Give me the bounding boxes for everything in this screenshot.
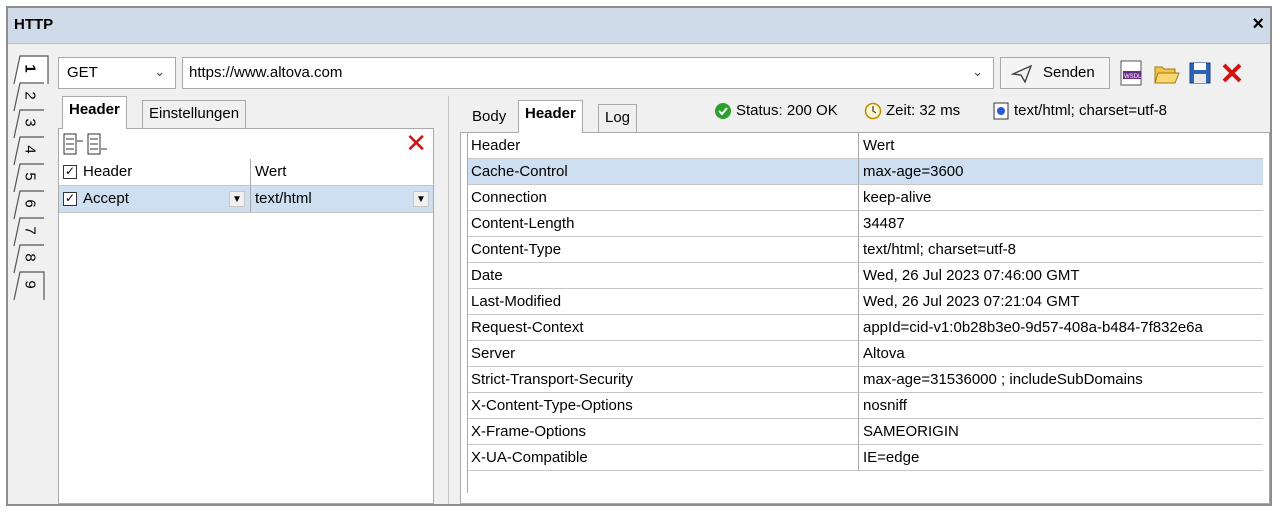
header-value-cell: Altova xyxy=(859,341,1263,367)
table-row[interactable]: Strict-Transport-Security max-age=315360… xyxy=(467,367,1263,393)
clock-icon xyxy=(864,102,882,124)
add-row-icon[interactable] xyxy=(63,133,85,155)
vertical-tab-9[interactable]: 9 xyxy=(12,270,50,301)
header-value-cell: Wed, 26 Jul 2023 07:21:04 GMT xyxy=(859,289,1263,315)
table-row[interactable]: ✓ Accept ▼ text/html ▼ xyxy=(59,186,433,213)
header-name-cell: Content-Type xyxy=(467,237,859,263)
header-name-cell: Connection xyxy=(467,185,859,211)
header-name-cell: X-Frame-Options xyxy=(467,419,859,445)
table-row[interactable]: Last-Modified Wed, 26 Jul 2023 07:21:04 … xyxy=(467,289,1263,315)
dropdown-arrow-icon[interactable]: ▼ xyxy=(413,191,429,207)
table-row[interactable]: Cache-Control max-age=3600 xyxy=(467,159,1263,185)
table-header-row: Header Wert xyxy=(467,133,1263,159)
response-header-panel: Header Wert Cache-Control max-age=3600 C… xyxy=(460,132,1270,504)
table-left-border xyxy=(467,133,468,493)
response-pane: Body Header Log Status: 200 OK Zeit: 32 … xyxy=(460,96,1270,504)
vertical-tab-5[interactable]: 5 xyxy=(12,162,50,193)
http-window: HTTP × 1 2 3 4 5 6 7 8 9 GET ⌄ https://w… xyxy=(6,6,1272,506)
send-button[interactable]: Senden xyxy=(1000,57,1110,89)
vertical-tab-3[interactable]: 3 xyxy=(12,108,50,139)
column-header-value: Wert xyxy=(859,133,1263,159)
column-header-value: Wert xyxy=(255,163,287,180)
tab-response-log[interactable]: Log xyxy=(598,104,638,132)
window-title: HTTP xyxy=(14,16,54,33)
header-name-cell: Last-Modified xyxy=(467,289,859,315)
column-header-name: Header xyxy=(467,133,859,159)
select-all-checkbox[interactable]: ✓ xyxy=(63,165,77,179)
vertical-tab-4[interactable]: 4 xyxy=(12,135,50,166)
header-value-cell: appId=cid-v1:0b28b3e0-9d57-408a-b484-7f8… xyxy=(859,315,1263,341)
table-row[interactable]: Request-Context appId=cid-v1:0b28b3e0-9d… xyxy=(467,315,1263,341)
header-name-cell: Cache-Control xyxy=(467,159,859,185)
table-header-row: ✓ Header Wert xyxy=(59,159,433,186)
header-value-cell: max-age=3600 xyxy=(859,159,1263,185)
header-value-cell: max-age=31536000 ; includeSubDomains xyxy=(859,367,1263,393)
vertical-tab-2[interactable]: 2 xyxy=(12,81,50,112)
send-icon xyxy=(1011,64,1033,84)
chevron-down-icon: ⌄ xyxy=(154,64,165,79)
header-name-cell[interactable]: Accept xyxy=(83,190,129,207)
chevron-down-icon[interactable]: ⌄ xyxy=(972,64,983,80)
header-value-cell: text/html; charset=utf-8 xyxy=(859,237,1263,263)
tab-request-settings[interactable]: Einstellungen xyxy=(142,100,247,128)
svg-text:WSDL: WSDL xyxy=(1124,74,1142,80)
request-header-panel: ✕ ✓ Header Wert ✓ Accept ▼ text/html ▼ xyxy=(58,128,434,504)
header-name-cell: Content-Length xyxy=(467,211,859,237)
table-row[interactable]: X-Frame-Options SAMEORIGIN xyxy=(467,419,1263,445)
save-icon[interactable] xyxy=(1186,59,1214,87)
method-select[interactable]: GET ⌄ xyxy=(58,57,176,89)
request-pane: Header Einstellungen ✕ ✓ Header Wert ✓ A… xyxy=(58,96,444,504)
header-name-cell: Strict-Transport-Security xyxy=(467,367,859,393)
table-row[interactable]: X-UA-Compatible IE=edge xyxy=(467,445,1263,471)
append-row-icon[interactable] xyxy=(87,133,109,155)
title-bar: HTTP × xyxy=(8,8,1270,44)
delete-row-icon[interactable]: ✕ xyxy=(405,128,427,159)
send-label: Senden xyxy=(1043,64,1095,81)
header-value-cell: 34487 xyxy=(859,211,1263,237)
delete-icon[interactable] xyxy=(1218,59,1246,87)
method-value: GET xyxy=(67,64,98,81)
column-header-name: Header xyxy=(83,163,133,180)
tab-request-header[interactable]: Header xyxy=(62,96,127,129)
close-icon[interactable]: × xyxy=(1252,13,1264,36)
time-text: Zeit: 32 ms xyxy=(886,102,961,119)
tab-response-body[interactable]: Body xyxy=(466,104,512,132)
content-type-icon xyxy=(992,102,1010,124)
dropdown-arrow-icon[interactable]: ▼ xyxy=(229,191,245,207)
table-row[interactable]: Date Wed, 26 Jul 2023 07:46:00 GMT xyxy=(467,263,1263,289)
table-row[interactable]: X-Content-Type-Options nosniff xyxy=(467,393,1263,419)
pane-splitter[interactable] xyxy=(448,96,454,504)
table-row[interactable]: Content-Type text/html; charset=utf-8 xyxy=(467,237,1263,263)
vertical-tab-1[interactable]: 1 xyxy=(12,54,50,85)
vertical-tab-7[interactable]: 7 xyxy=(12,216,50,247)
header-value-cell: keep-alive xyxy=(859,185,1263,211)
header-name-cell: Request-Context xyxy=(467,315,859,341)
tab-response-header[interactable]: Header xyxy=(518,100,583,133)
header-name-cell: X-Content-Type-Options xyxy=(467,393,859,419)
header-name-cell: Date xyxy=(467,263,859,289)
table-row[interactable]: Connection keep-alive xyxy=(467,185,1263,211)
header-name-cell: Server xyxy=(467,341,859,367)
status-text: Status: 200 OK xyxy=(736,102,838,119)
wsdl-icon[interactable]: WSDL xyxy=(1118,59,1146,87)
table-row[interactable]: Content-Length 34487 xyxy=(467,211,1263,237)
open-folder-icon[interactable] xyxy=(1152,59,1180,87)
status-ok-icon xyxy=(714,102,732,124)
header-value-cell[interactable]: text/html xyxy=(255,190,312,207)
vertical-tab-8[interactable]: 8 xyxy=(12,243,50,274)
vertical-tab-6[interactable]: 6 xyxy=(12,189,50,220)
header-value-cell: Wed, 26 Jul 2023 07:46:00 GMT xyxy=(859,263,1263,289)
header-value-cell: SAMEORIGIN xyxy=(859,419,1263,445)
content-type-text: text/html; charset=utf-8 xyxy=(1014,102,1167,119)
url-input[interactable]: https://www.altova.com ⌄ xyxy=(182,57,994,89)
url-value: https://www.altova.com xyxy=(189,64,343,81)
vertical-tab-strip: 1 2 3 4 5 6 7 8 9 xyxy=(12,54,56,304)
row-checkbox[interactable]: ✓ xyxy=(63,192,77,206)
header-name-cell: X-UA-Compatible xyxy=(467,445,859,471)
header-value-cell: nosniff xyxy=(859,393,1263,419)
header-value-cell: IE=edge xyxy=(859,445,1263,471)
table-row[interactable]: Server Altova xyxy=(467,341,1263,367)
